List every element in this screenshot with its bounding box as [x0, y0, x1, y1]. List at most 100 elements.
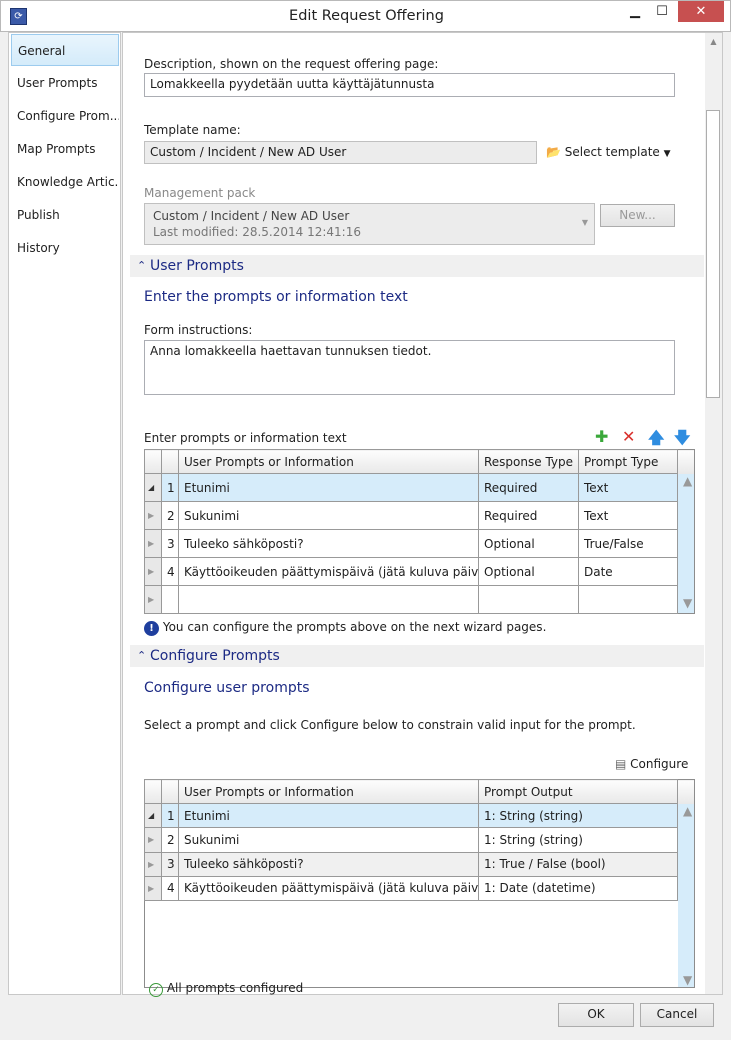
configure-prompts-grid[interactable]: User Prompts or Information Prompt Output… — [144, 779, 695, 988]
response-type-cell[interactable]: Optional — [478, 557, 579, 586]
management-pack-modified: Last modified: 28.5.2014 12:41:16 — [153, 225, 361, 239]
response-type-cell[interactable]: Required — [478, 473, 579, 502]
prompt-output-cell[interactable]: 1: Date (datetime) — [478, 875, 678, 902]
maximize-button[interactable]: ☐ — [649, 1, 675, 22]
prompt-output-cell[interactable]: 1: String (string) — [478, 827, 678, 853]
prompt-cell[interactable]: Sukunimi — [178, 501, 479, 530]
ok-button[interactable]: OK — [558, 1003, 634, 1027]
nav-item-history[interactable]: History — [11, 232, 119, 264]
management-pack-combo: Custom / Incident / New AD User Last mod… — [144, 203, 595, 245]
table-row[interactable]: ▶ 3 Tuleeko sähköposti? 1: True / False (bo… — [144, 851, 695, 877]
nav-item-map-prompts[interactable]: Map Prompts — [11, 133, 119, 165]
configure-instructions: Select a prompt and click Configure belo… — [144, 718, 636, 732]
header-num — [161, 449, 179, 474]
prompt-type-cell[interactable]: Date — [578, 557, 678, 586]
prompt-cell[interactable]: Etunimi — [178, 802, 479, 829]
dropdown-arrow-icon: ▼ — [581, 218, 588, 227]
nav-item-publish[interactable]: Publish — [11, 199, 119, 231]
close-button[interactable]: ✕ — [678, 1, 724, 22]
configure-prompts-section-header[interactable]: ⌃ Configure Prompts — [130, 645, 704, 667]
form-instructions-label: Form instructions: — [144, 323, 253, 337]
grid-scrollbar[interactable]: ▲ ▼ — [677, 803, 695, 987]
grid-scroll-corner — [677, 449, 695, 474]
scrollbar-thumb[interactable] — [706, 110, 720, 398]
table-row[interactable]: ▶ 2 Sukunimi Required Text — [144, 501, 695, 530]
table-row[interactable]: ▶ 4 Käyttöoikeuden päättymispäivä (jätä ku… — [144, 557, 695, 586]
row-selector-icon[interactable]: ▶ — [144, 585, 162, 614]
prompt-cell[interactable]: Etunimi — [178, 473, 479, 502]
prompt-cell[interactable]: Tuleeko sähköposti? — [178, 851, 479, 877]
description-input[interactable]: Lomakkeella pyydetään uutta käyttäjätunn… — [144, 73, 675, 97]
row-number: 4 — [161, 875, 179, 902]
cancel-button[interactable]: Cancel — [640, 1003, 714, 1027]
row-selector-icon[interactable]: ▶ — [144, 557, 162, 586]
column-header[interactable]: Prompt Type — [578, 449, 678, 474]
column-header[interactable]: User Prompts or Information — [178, 449, 479, 474]
description-label: Description, shown on the request offeri… — [144, 57, 439, 71]
status-text: All prompts configured — [166, 981, 304, 995]
column-header[interactable]: Prompt Output — [478, 779, 678, 804]
select-template-label: Select template — [564, 145, 660, 159]
row-selector-icon[interactable]: ▶ — [144, 529, 162, 558]
table-row[interactable]: ▶ 4 Käyttöoikeuden päättymispäivä (jätä ku… — [144, 875, 695, 902]
form-instructions-input[interactable]: Anna lomakkeella haettavan tunnuksen tie… — [144, 340, 675, 395]
title-bar: ⟳ Edit Request Offering ▁ ☐ ✕ — [0, 0, 731, 32]
prompt-output-cell[interactable]: 1: True / False (bool) — [478, 851, 678, 877]
row-number: 3 — [161, 529, 179, 558]
column-header[interactable]: User Prompts or Information — [178, 779, 479, 804]
header-corner — [144, 449, 162, 474]
section-title: Configure Prompts — [150, 648, 280, 664]
row-number: 1 — [161, 802, 179, 829]
template-name-label: Template name: — [144, 123, 241, 137]
info-text: You can configure the prompts above on t… — [162, 620, 547, 634]
template-name-field: Custom / Incident / New AD User — [144, 141, 537, 164]
select-template-button[interactable]: 📂 Select template ▼ — [546, 145, 671, 159]
add-icon[interactable]: ✚ — [595, 427, 608, 446]
configure-prompts-title: Configure user prompts — [144, 680, 310, 696]
minimize-button[interactable]: ▁ — [622, 1, 648, 22]
row-number: 1 — [161, 473, 179, 502]
configure-button[interactable]: ▤ Configure — [615, 757, 688, 771]
prompt-type-cell[interactable]: Text — [578, 501, 678, 530]
prompt-type-cell[interactable]: True/False — [578, 529, 678, 558]
table-row[interactable]: ◢ 1 Etunimi Required Text ▲ ▼ — [144, 473, 695, 614]
section-title: User Prompts — [150, 258, 244, 274]
check-icon: ✓ — [149, 983, 163, 997]
new-row[interactable]: ▶ — [144, 585, 695, 614]
new-management-pack-button: New... — [600, 204, 675, 227]
folder-icon: 📂 — [546, 145, 561, 159]
prompt-cell[interactable]: Käyttöoikeuden päättymispäivä (jätä kulu… — [178, 557, 479, 586]
configured-status: ✓ All prompts configured — [149, 981, 303, 997]
nav-item-knowledge-articles[interactable]: Knowledge Artic... — [11, 166, 119, 198]
table-row[interactable]: ◢ 1 Etunimi 1: String (string) ▲ ▼ — [144, 802, 695, 987]
info-message: ! You can configure the prompts above on… — [144, 620, 546, 636]
user-prompts-section-header[interactable]: ⌃ User Prompts — [130, 255, 704, 277]
nav-item-user-prompts[interactable]: User Prompts — [11, 67, 119, 99]
prompt-output-cell[interactable]: 1: String (string) — [478, 802, 678, 829]
prompt-cell[interactable]: Käyttöoikeuden päättymispäivä (jätä kulu… — [178, 875, 479, 902]
grid-scrollbar[interactable]: ▲ ▼ — [677, 473, 695, 614]
user-prompts-grid[interactable]: User Prompts or Information Response Type… — [144, 449, 695, 614]
row-number: 3 — [161, 851, 179, 877]
column-header[interactable]: Response Type — [478, 449, 579, 474]
nav-item-general[interactable]: General — [11, 34, 119, 66]
wizard-nav: General User Prompts Configure Prom... M… — [8, 32, 121, 995]
collapse-chevron-icon: ⌃ — [137, 259, 147, 272]
nav-item-configure-prompts[interactable]: Configure Prom... — [11, 100, 119, 132]
prompt-type-cell[interactable]: Text — [578, 473, 678, 502]
row-number: 4 — [161, 557, 179, 586]
response-type-cell[interactable]: Required — [478, 501, 579, 530]
prompt-cell[interactable]: Sukunimi — [178, 827, 479, 853]
info-icon: ! — [144, 621, 159, 636]
table-row[interactable]: ▶ 2 Sukunimi 1: String (string) — [144, 827, 695, 853]
prompt-cell[interactable]: Tuleeko sähköposti? — [178, 529, 479, 558]
row-selector-icon[interactable]: ◢ — [144, 802, 162, 829]
row-selector-icon[interactable]: ▶ — [144, 501, 162, 530]
response-type-cell[interactable]: Optional — [478, 529, 579, 558]
scroll-up-icon[interactable]: ▲ — [705, 37, 722, 46]
configure-label: Configure — [630, 757, 689, 771]
delete-icon[interactable]: ✕ — [622, 427, 635, 446]
table-row[interactable]: ▶ 3 Tuleeko sähköposti? Optional True/False — [144, 529, 695, 558]
row-selector-icon[interactable]: ◢ — [144, 473, 162, 502]
management-pack-value: Custom / Incident / New AD User — [153, 209, 350, 223]
